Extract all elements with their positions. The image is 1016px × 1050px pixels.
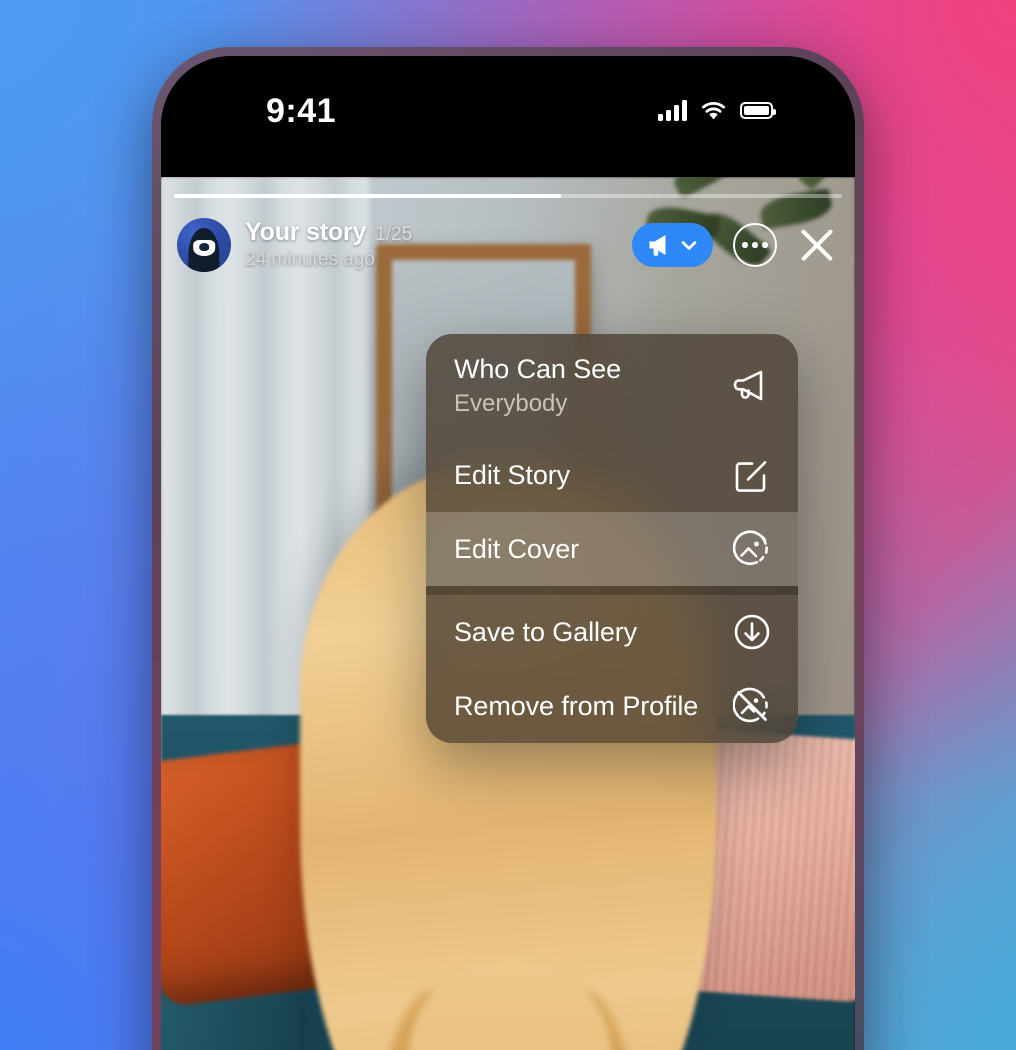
- story-context-menu: Who Can See Everybody Edit Story Edit Co…: [426, 334, 798, 743]
- story-viewer: Your story 1/25 24 minutes ago Who Can S…: [161, 177, 855, 1050]
- story-count: 1/25: [375, 224, 413, 246]
- menu-item-save-to-gallery[interactable]: Save to Gallery: [426, 595, 798, 669]
- avatar[interactable]: [177, 218, 231, 272]
- edit-pencil-square-icon: [732, 455, 772, 495]
- menu-item-remove-from-profile[interactable]: Remove from Profile: [426, 669, 798, 743]
- story-timestamp: 24 minutes ago: [245, 249, 375, 271]
- story-meta: Your story 1/25 24 minutes ago: [245, 219, 632, 271]
- story-header-actions: [632, 223, 837, 267]
- phone-device-frame: 9:41 Your story 1/25 24 minutes ago Who …: [152, 47, 864, 1050]
- phone-screen: 9:41 Your story 1/25 24 minutes ago Who …: [161, 56, 855, 1050]
- status-bar-icons: [658, 100, 776, 121]
- image-cover-icon: [732, 529, 772, 569]
- download-arrow-circle-icon: [732, 612, 772, 652]
- menu-item-label: Who Can See: [454, 354, 621, 384]
- speaker-megaphone-icon: [649, 235, 666, 256]
- status-bar: 9:41: [161, 56, 855, 177]
- story-header: Your story 1/25 24 minutes ago: [177, 215, 837, 275]
- story-title: Your story: [245, 218, 367, 247]
- more-options-button[interactable]: [733, 223, 777, 267]
- close-story-button[interactable]: [797, 225, 837, 265]
- menu-item-sublabel: Everybody: [454, 390, 568, 417]
- menu-item-label: Edit Story: [454, 459, 571, 490]
- chevron-down-icon: [681, 241, 697, 250]
- story-progress-fill: [174, 194, 562, 198]
- mute-audio-button[interactable]: [632, 223, 713, 267]
- menu-item-who-can-see[interactable]: Who Can See Everybody: [426, 334, 798, 438]
- menu-divider: [426, 586, 798, 595]
- menu-item-label: Remove from Profile: [454, 690, 699, 721]
- menu-item-edit-cover[interactable]: Edit Cover: [426, 512, 798, 586]
- menu-item-edit-story[interactable]: Edit Story: [426, 438, 798, 512]
- megaphone-icon: [732, 366, 772, 406]
- status-bar-clock: 9:41: [266, 92, 337, 130]
- story-progress-bar[interactable]: [174, 194, 842, 198]
- menu-item-label: Save to Gallery: [454, 616, 638, 647]
- signal-bars-icon: [658, 100, 687, 121]
- wifi-icon: [702, 101, 725, 119]
- hide-from-profile-slash-icon: [732, 686, 772, 726]
- menu-item-label: Edit Cover: [454, 533, 580, 564]
- battery-full-icon: [740, 102, 776, 119]
